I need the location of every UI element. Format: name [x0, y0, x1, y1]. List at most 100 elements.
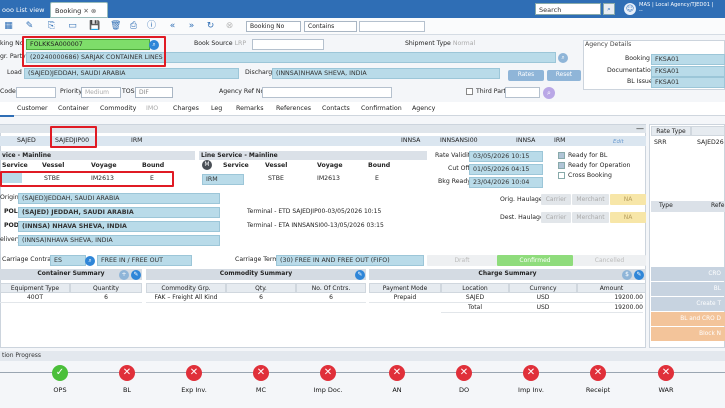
new-icon[interactable]: ▦ — [3, 21, 14, 32]
tab-charges[interactable]: Charges — [173, 105, 199, 112]
status-confirmed[interactable]: Confirmed — [497, 255, 573, 266]
party-search-icon[interactable]: ⌕ — [558, 53, 568, 63]
commodity-col-grp: Commodity Grp. — [146, 283, 226, 293]
tab-close-icon[interactable]: ✕ ⊗ — [83, 7, 96, 15]
bkg-ready-input[interactable]: 23/04/2026 10:04 — [469, 177, 543, 188]
cross-booking-checkbox[interactable] — [558, 172, 565, 179]
dest-merchant-button[interactable]: Merchant — [572, 212, 609, 223]
tab-list-view[interactable]: ooo List view — [0, 3, 44, 18]
dest-na-button[interactable]: NA — [610, 212, 646, 223]
bl-button[interactable]: BL — [651, 282, 725, 296]
progress-war-x-icon[interactable]: ✕ — [658, 365, 674, 381]
origin-input[interactable]: (SAJED)JEDDAH, SAUDI ARABIA — [18, 193, 220, 204]
progress-bl-x-icon[interactable]: ✕ — [119, 365, 135, 381]
status-draft[interactable]: Draft — [427, 255, 497, 266]
blank-icon[interactable]: ▭ — [67, 21, 78, 32]
booking-source-input[interactable] — [252, 39, 324, 50]
copy-icon[interactable]: ⎘ — [46, 21, 57, 32]
orig-na-button[interactable]: NA — [610, 194, 646, 205]
cro-button[interactable]: CRO — [651, 267, 725, 281]
rates-button[interactable]: Rates — [508, 70, 544, 81]
agency-documentation-label: Documentation — [607, 67, 655, 74]
free-in-out-input[interactable]: FREE IN / FREE OUT — [97, 255, 192, 266]
tab-agency[interactable]: Agency — [412, 105, 435, 112]
progress-an-x-icon[interactable]: ✕ — [389, 365, 405, 381]
first-icon[interactable]: « — [167, 21, 178, 32]
third-party-checkbox[interactable] — [466, 88, 473, 95]
create-button[interactable]: Create T — [651, 297, 725, 311]
edit-commodity-icon[interactable]: ✎ — [355, 270, 365, 280]
save-icon[interactable]: 💾 — [89, 21, 100, 32]
agency-documentation-input[interactable]: FKSA01 — [651, 66, 725, 77]
filter-field-select[interactable]: Booking No — [246, 21, 301, 32]
load-input[interactable]: (SAJED)JEDDAH, SAUDI ARABIA — [24, 68, 239, 79]
delete-icon[interactable]: 🗑 — [110, 21, 121, 32]
cancel-icon[interactable]: ⊗ — [224, 21, 235, 32]
code-label: Code — [0, 88, 16, 95]
tab-container[interactable]: Container — [58, 105, 89, 112]
agency-bl-input[interactable]: FKSA01 — [651, 77, 725, 88]
info-icon[interactable]: ⓘ — [146, 21, 157, 32]
highlight-pol-terminal — [50, 126, 97, 148]
collapse-icon[interactable]: — — [636, 124, 644, 133]
progress-receipt-x-icon[interactable]: ✕ — [590, 365, 606, 381]
search-icon[interactable]: ⌕ — [603, 3, 615, 15]
add-container-icon[interactable]: + — [119, 270, 129, 280]
ready-op-checkbox[interactable] — [558, 162, 565, 169]
filter-value-input[interactable] — [359, 21, 425, 32]
edit-container-icon[interactable]: ✎ — [131, 270, 141, 280]
global-search-input[interactable]: Search — [535, 3, 601, 15]
progress-mc-x-icon[interactable]: ✕ — [253, 365, 269, 381]
priority-select[interactable]: Medium — [81, 87, 121, 98]
progress-do-x-icon[interactable]: ✕ — [456, 365, 472, 381]
delivery-input[interactable]: (INNSA)NHAVA SHEVA, INDIA — [18, 235, 220, 246]
progress-impinv-x-icon[interactable]: ✕ — [523, 365, 539, 381]
agency-booking-input[interactable]: FKSA01 — [651, 54, 725, 65]
tab-booking[interactable]: Booking ✕ ⊗ — [50, 2, 108, 18]
code-input[interactable] — [16, 87, 56, 98]
avatar[interactable]: ☺ — [624, 3, 636, 15]
charge-location-cell: SAJED — [441, 293, 509, 303]
tab-imo[interactable]: IMO — [146, 105, 158, 112]
contract-search-icon[interactable]: ⌕ — [85, 256, 95, 266]
refresh-icon[interactable]: ↻ — [205, 21, 216, 32]
tab-references[interactable]: References — [276, 105, 311, 112]
edit-icon[interactable]: ✎ — [24, 21, 35, 32]
status-cancelled[interactable]: Cancelled — [573, 255, 646, 266]
tos-select[interactable]: DIF — [135, 87, 173, 98]
edit-link[interactable]: Edit — [613, 139, 624, 145]
progress-impdoc-x-icon[interactable]: ✕ — [320, 365, 336, 381]
pod-input[interactable]: (INNSA) NHAVA SHEVA, INDIA — [18, 221, 220, 232]
filter-op-select[interactable]: Contains — [304, 21, 357, 32]
block-button[interactable]: Block N — [651, 327, 725, 341]
svc2-service-cell[interactable]: IRM — [202, 174, 244, 185]
reset-button[interactable]: Reset — [547, 70, 581, 81]
cutoff-input[interactable]: 01/05/2026 04:15 — [469, 164, 543, 175]
last-icon[interactable]: » — [186, 21, 197, 32]
pol-input[interactable]: (SAJED) JEDDAH, SAUDI ARABIA — [18, 207, 220, 218]
orig-merchant-button[interactable]: Merchant — [572, 194, 609, 205]
tab-customer[interactable]: Customer — [17, 105, 48, 112]
rate-validity-input[interactable]: 03/05/2026 10:15 — [469, 151, 543, 162]
third-party-search-icon[interactable]: ⌕ — [543, 87, 555, 99]
tab-commodity[interactable]: Commodity — [100, 105, 136, 112]
carriage-term-input[interactable]: (30) FREE IN AND FREE OUT (FIFO) — [276, 255, 424, 266]
discharge-input[interactable]: (INNSA)NHAVA SHEVA, INDIA — [272, 68, 500, 79]
edit-charge-icon[interactable]: ✎ — [634, 270, 644, 280]
bl-cro-button[interactable]: BL and CRO D — [651, 312, 725, 326]
svc2-bound-header: Bound — [368, 162, 391, 169]
agency-ref-input[interactable] — [262, 87, 392, 98]
dest-carrier-button[interactable]: Carrier — [541, 212, 571, 223]
progress-expinv-x-icon[interactable]: ✕ — [186, 365, 202, 381]
orig-carrier-button[interactable]: Carrier — [541, 194, 571, 205]
tab-remarks[interactable]: Remarks — [236, 105, 263, 112]
charge-currency-icon[interactable]: $ — [622, 270, 632, 280]
tab-leg[interactable]: Leg — [211, 105, 222, 112]
tab-confirmation[interactable]: Confirmation — [361, 105, 402, 112]
tab-contacts[interactable]: Contacts — [322, 105, 350, 112]
progress-ops-check-icon[interactable]: ✓ — [52, 365, 68, 381]
print-icon[interactable]: ⎙ — [128, 21, 139, 32]
contract-input[interactable]: ES — [50, 255, 86, 266]
third-party-input[interactable] — [505, 87, 540, 98]
ready-bl-checkbox[interactable] — [558, 152, 565, 159]
